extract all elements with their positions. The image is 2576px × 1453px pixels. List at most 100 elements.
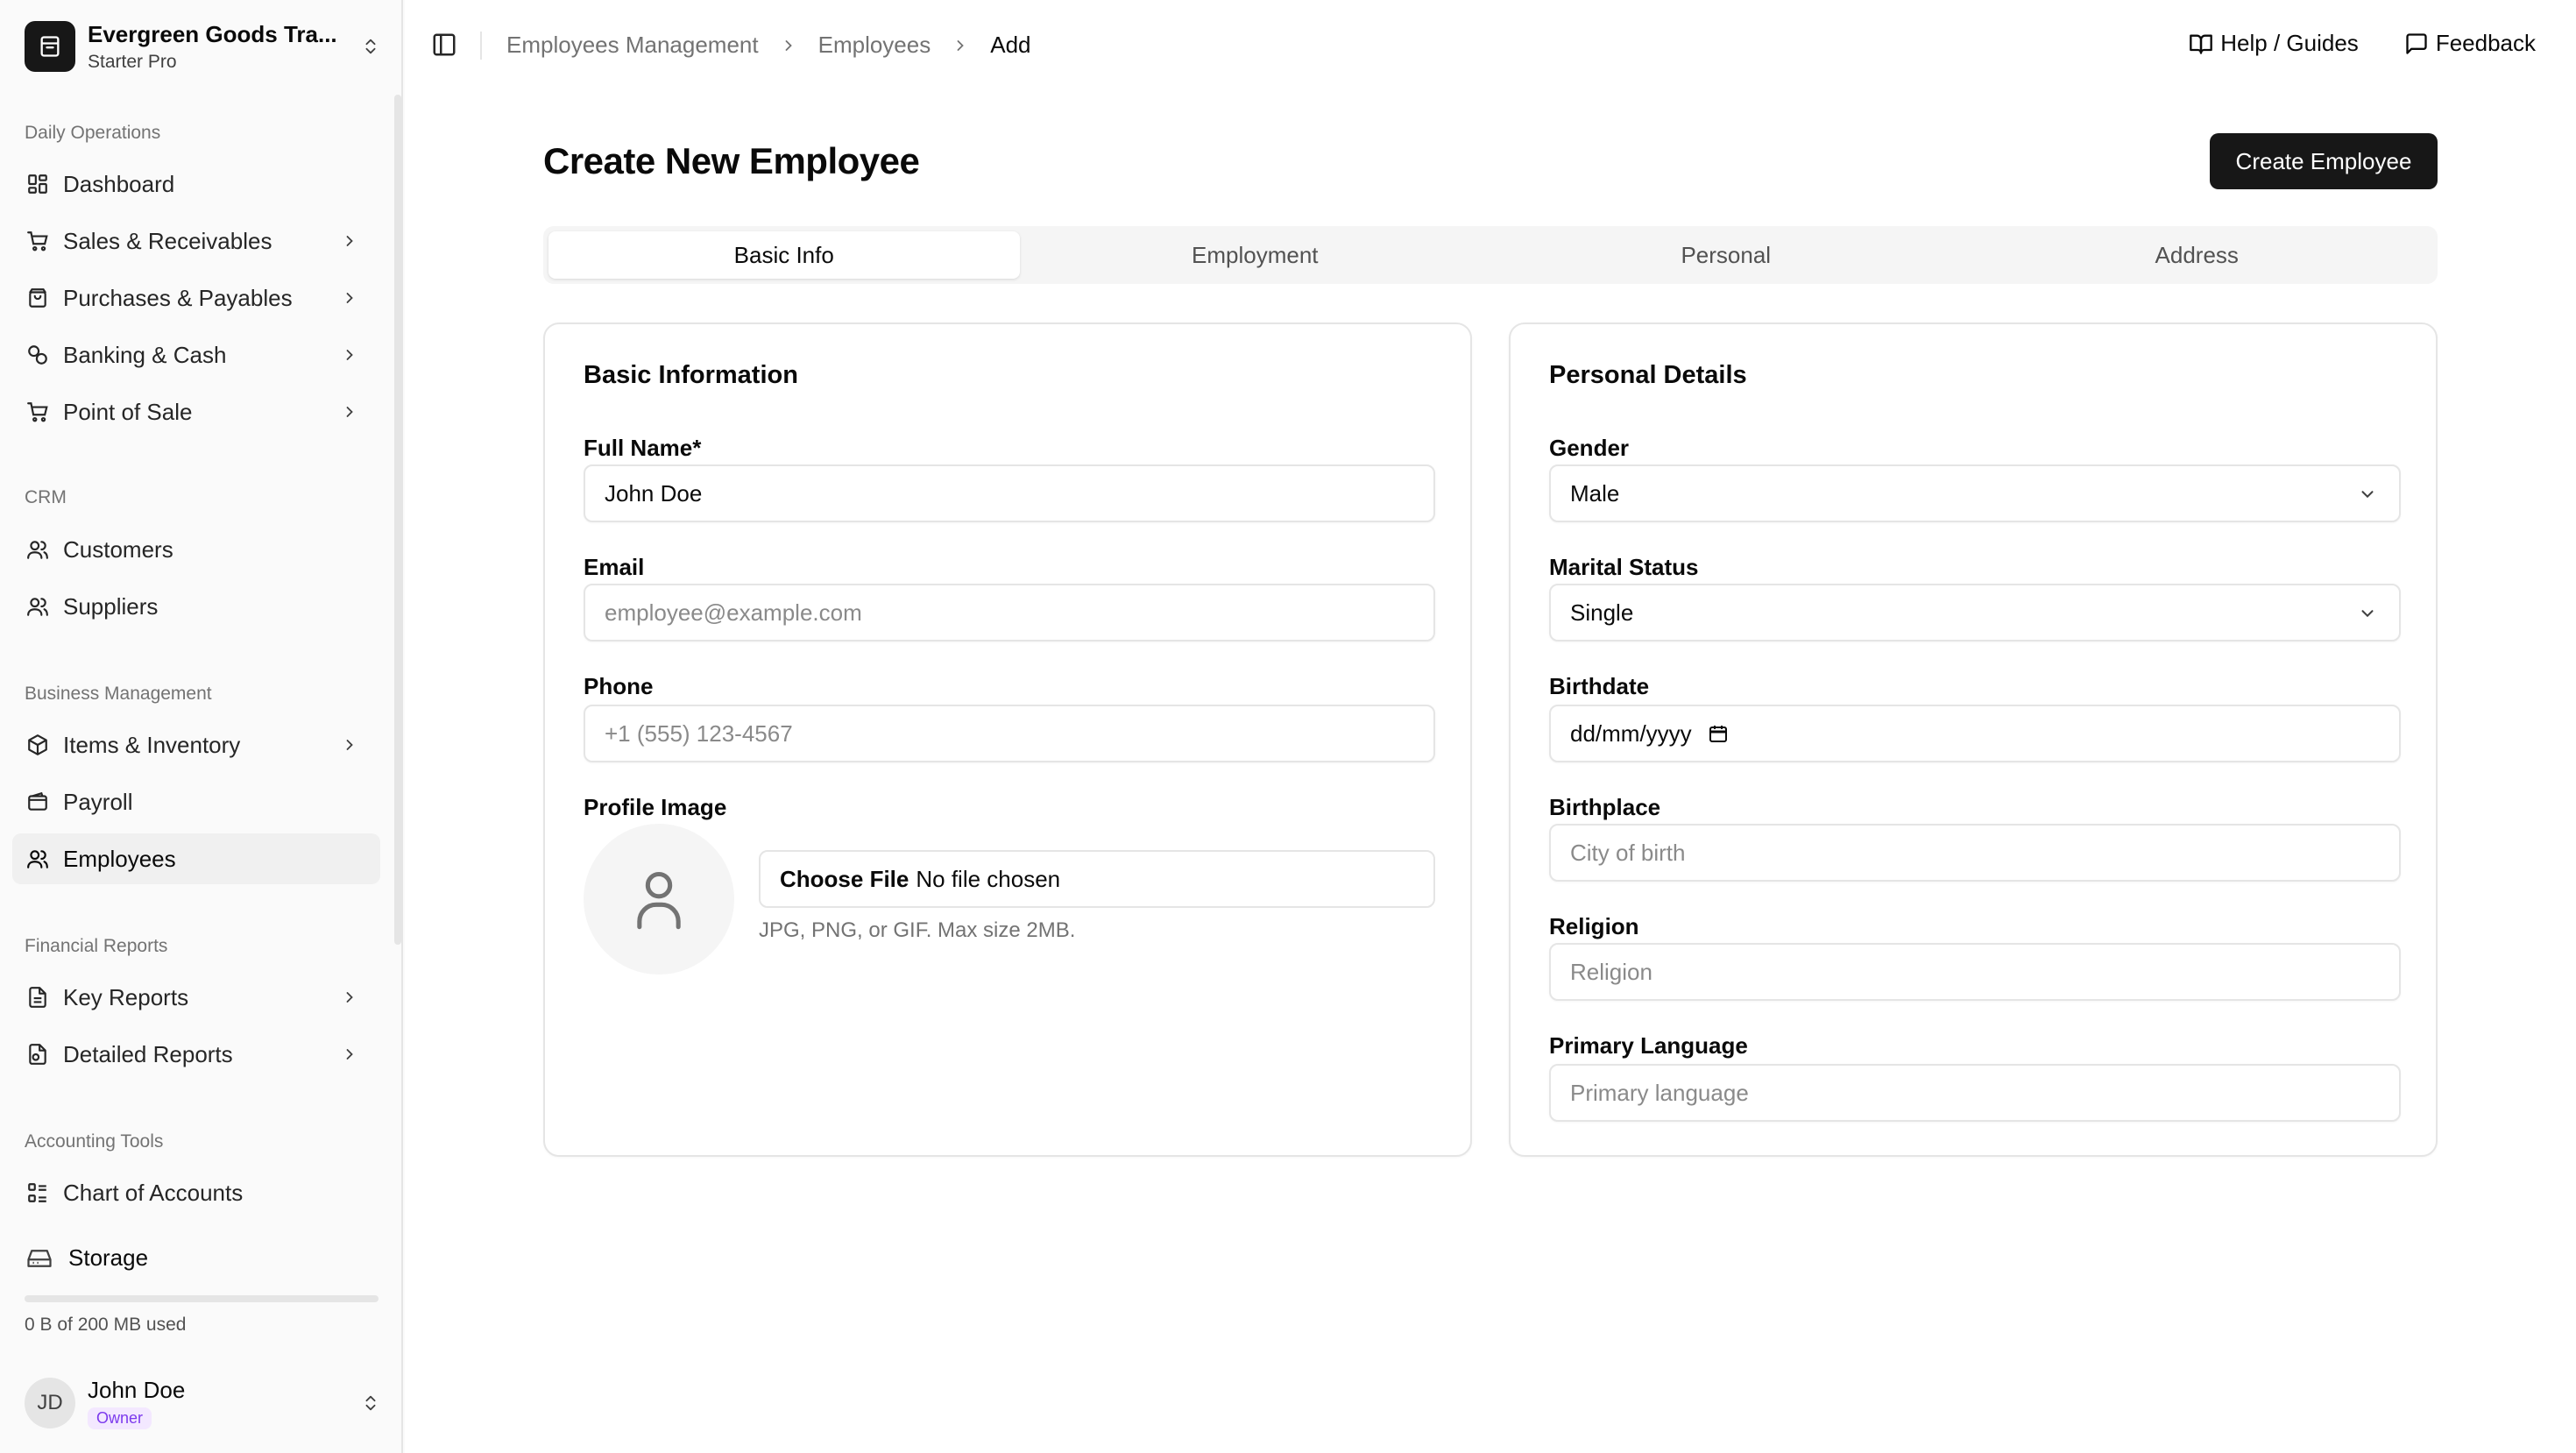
help-guides-link[interactable]: Help / Guides	[2189, 30, 2359, 57]
breadcrumb: Employees Management Employees Add	[506, 32, 1031, 59]
chevron-right-icon	[336, 732, 363, 758]
chevron-right-icon	[336, 399, 363, 425]
sidebar-toggle-icon[interactable]	[431, 32, 459, 60]
sidebar-item-employees[interactable]: Employees	[12, 833, 380, 884]
primary-language-input[interactable]: Primary language	[1549, 1064, 2401, 1122]
marital-status-value: Single	[1570, 599, 1634, 626]
cart-icon	[25, 228, 51, 254]
sidebar-item-payroll[interactable]: Payroll	[12, 776, 380, 827]
profile-image-file-input[interactable]: Choose File No file chosen	[759, 850, 1435, 908]
file-chart-icon	[25, 1041, 51, 1067]
sidebar-item-label: Customers	[63, 535, 173, 563]
full-name-input[interactable]: John Doe	[584, 464, 1435, 522]
book-open-icon	[2189, 32, 2220, 56]
sidebar-item-label: Sales & Receivables	[63, 227, 272, 254]
birthdate-input[interactable]: dd/mm/yyyy	[1549, 705, 2401, 762]
storage-progress-bar	[25, 1295, 379, 1302]
gender-select[interactable]: Male	[1549, 464, 2401, 522]
users-icon	[25, 846, 51, 872]
sidebar-scrollbar[interactable]	[394, 95, 401, 945]
group-label-crm: CRM	[25, 487, 67, 507]
sidebar-item-chart-of-accounts[interactable]: Chart of Accounts	[12, 1167, 380, 1218]
tab-employment[interactable]: Employment	[1020, 231, 1491, 279]
primary-language-label: Primary Language	[1549, 1032, 1748, 1059]
users-icon	[25, 593, 51, 620]
org-name: Evergreen Goods Tra...	[88, 20, 337, 47]
phone-label: Phone	[584, 673, 654, 699]
breadcrumb-current: Add	[990, 32, 1031, 58]
email-input[interactable]: employee@example.com	[584, 584, 1435, 641]
birthdate-placeholder: dd/mm/yyyy	[1570, 719, 1692, 747]
breadcrumb-employees[interactable]: Employees	[818, 32, 931, 59]
sidebar-item-label: Suppliers	[63, 592, 159, 620]
storage-used-text: 0 B of 200 MB used	[25, 1315, 187, 1335]
top-bar: Employees Management Employees Add Help …	[405, 0, 2576, 91]
user-role-badge: Owner	[88, 1407, 152, 1429]
file-status: No file chosen	[916, 865, 1061, 892]
user-icon	[626, 866, 692, 932]
tab-address[interactable]: Address	[1962, 231, 2433, 279]
feedback-label: Feedback	[2435, 30, 2536, 56]
sidebar-item-detailed-reports[interactable]: Detailed Reports	[12, 1029, 380, 1080]
email-label: Email	[584, 554, 645, 580]
birthdate-label: Birthdate	[1549, 673, 1650, 699]
hard-drive-icon	[25, 1245, 54, 1272]
birthplace-input[interactable]: City of birth	[1549, 824, 2401, 882]
sidebar-item-purchases-payables[interactable]: Purchases & Payables	[12, 273, 380, 323]
group-label-business-management: Business Management	[25, 684, 212, 704]
sidebar-item-suppliers[interactable]: Suppliers	[12, 581, 380, 632]
sidebar-item-customers[interactable]: Customers	[12, 524, 380, 575]
chevron-right-icon	[336, 342, 363, 368]
sidebar-item-label: Point of Sale	[63, 398, 193, 425]
calendar-icon[interactable]	[1708, 723, 1729, 744]
tab-list: Basic Info Employment Personal Address	[543, 226, 2438, 284]
profile-image-label: Profile Image	[584, 794, 727, 820]
chevron-right-icon	[336, 285, 363, 311]
marital-status-label: Marital Status	[1549, 554, 1699, 580]
card-title: Personal Details	[1549, 361, 1747, 389]
help-guides-label: Help / Guides	[2220, 30, 2359, 56]
sidebar-item-point-of-sale[interactable]: Point of Sale	[12, 386, 380, 437]
sidebar-item-key-reports[interactable]: Key Reports	[12, 972, 380, 1023]
tab-basic-info[interactable]: Basic Info	[548, 231, 1020, 279]
users-icon	[25, 536, 51, 563]
sidebar-item-items-inventory[interactable]: Items & Inventory	[12, 719, 380, 770]
sidebar-item-sales-receivables[interactable]: Sales & Receivables	[12, 216, 380, 266]
tab-personal[interactable]: Personal	[1490, 231, 1962, 279]
phone-input[interactable]: +1 (555) 123-4567	[584, 705, 1435, 762]
birthplace-label: Birthplace	[1549, 794, 1661, 820]
group-label-accounting-tools: Accounting Tools	[25, 1131, 164, 1152]
sidebar-item-label: Key Reports	[63, 983, 189, 1010]
chevron-right-icon	[336, 228, 363, 254]
user-name: John Doe	[88, 1377, 186, 1403]
sidebar-item-dashboard[interactable]: Dashboard	[12, 159, 380, 209]
avatar: JD	[25, 1378, 75, 1428]
sidebar-item-label: Banking & Cash	[63, 341, 227, 368]
marital-status-select[interactable]: Single	[1549, 584, 2401, 641]
divider	[480, 32, 482, 60]
full-name-label: Full Name*	[584, 435, 702, 461]
choose-file-button[interactable]: Choose File	[780, 866, 909, 893]
religion-label: Religion	[1549, 913, 1639, 939]
sidebar-item-label: Purchases & Payables	[63, 284, 293, 311]
chevrons-up-down-icon	[357, 1390, 384, 1416]
breadcrumb-employees-management[interactable]: Employees Management	[506, 32, 759, 59]
org-switcher[interactable]: Evergreen Goods Tra... Starter Pro	[25, 19, 384, 74]
card-title: Basic Information	[584, 361, 798, 389]
coins-icon	[25, 342, 51, 368]
avatar-placeholder	[584, 824, 734, 975]
chevron-down-icon	[2355, 482, 2380, 507]
sidebar-item-label: Items & Inventory	[63, 731, 241, 758]
org-plan: Starter Pro	[88, 51, 177, 72]
sidebar-item-label: Payroll	[63, 788, 133, 815]
create-employee-button[interactable]: Create Employee	[2210, 133, 2438, 189]
feedback-link[interactable]: Feedback	[2404, 30, 2536, 57]
religion-input[interactable]: Religion	[1549, 943, 2401, 1001]
main-content: Employees Management Employees Add Help …	[405, 0, 2576, 1453]
sidebar-item-banking-cash[interactable]: Banking & Cash	[12, 330, 380, 380]
cart-icon	[25, 399, 51, 425]
chevron-right-icon	[780, 37, 797, 54]
user-menu[interactable]: JD John Doe Owner	[25, 1376, 384, 1430]
store-icon	[25, 21, 75, 72]
page-title: Create New Employee	[543, 140, 920, 181]
